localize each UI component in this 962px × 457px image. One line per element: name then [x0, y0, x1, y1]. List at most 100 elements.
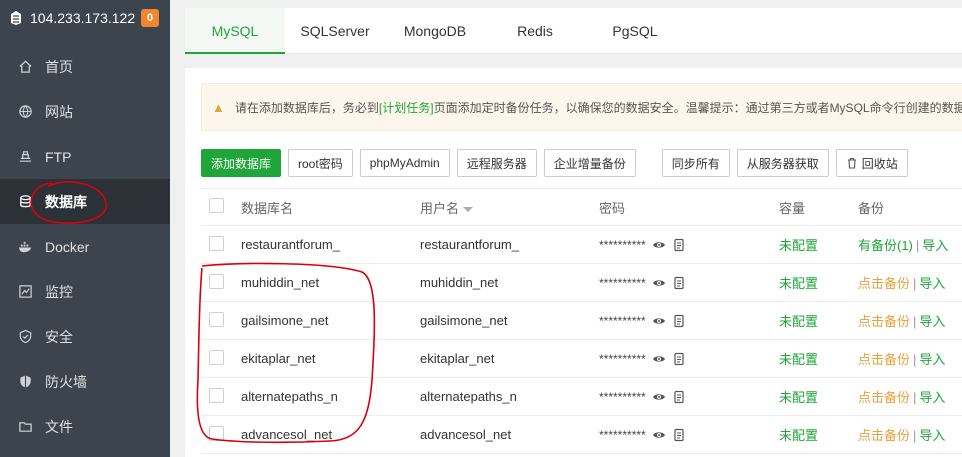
- row-checkbox[interactable]: [209, 387, 224, 403]
- phpmyadmin-button[interactable]: phpMyAdmin: [359, 149, 450, 177]
- backup-cell: 点击备份 | 导入: [858, 311, 962, 330]
- table-row: advancesol_net advancesol_net ********** 未配…: [201, 416, 962, 454]
- backup-link[interactable]: 有备份(1): [858, 238, 913, 253]
- backup-link[interactable]: 点击备份: [858, 314, 910, 329]
- select-all-checkbox[interactable]: [209, 198, 224, 213]
- sidebar-item-label: 数据库: [45, 193, 87, 210]
- sidebar-item-monitor[interactable]: 监控: [0, 269, 170, 314]
- notice-cron-link[interactable]: [计划任务]: [379, 99, 434, 116]
- row-checkbox[interactable]: [209, 425, 224, 441]
- main-content: MySQL SQLServer MongoDB Redis PgSQL ▲ 请在添加数据…: [185, 7, 962, 457]
- db-username: muhiddin_net: [420, 275, 499, 290]
- header-capacity: 容量: [779, 200, 806, 216]
- backup-link[interactable]: 点击备份: [858, 276, 910, 291]
- header-db-name[interactable]: 数据库名: [241, 198, 420, 217]
- header-username[interactable]: 用户名: [420, 198, 599, 217]
- database-icon: [17, 194, 33, 210]
- home-icon: [17, 59, 33, 75]
- table-row: muhiddin_net muhiddin_net ********** 未配置 点击备…: [201, 264, 962, 302]
- copy-password-icon[interactable]: [672, 238, 686, 252]
- separator: |: [913, 314, 917, 329]
- recycle-bin-button[interactable]: 回收站: [835, 149, 908, 177]
- root-password-button[interactable]: root密码: [288, 149, 353, 177]
- capacity-link[interactable]: 未配置: [779, 235, 858, 254]
- sidebar-item-label: 安全: [45, 328, 73, 345]
- import-link[interactable]: 导入: [919, 276, 945, 291]
- table-row: ekitaplar_net ekitaplar_net ********** 未配置点…: [201, 340, 962, 378]
- row-checkbox[interactable]: [209, 273, 224, 289]
- show-password-icon[interactable]: [652, 352, 666, 366]
- import-link[interactable]: 导入: [919, 314, 945, 329]
- copy-password-icon[interactable]: [672, 314, 686, 328]
- notice-text-post: 页面添加定时备份任务，以确保您的数据安全。温馨提示：通过第三方或者MySQL命令…: [433, 100, 962, 115]
- show-password-icon[interactable]: [652, 314, 666, 328]
- tab-redis[interactable]: Redis: [485, 8, 585, 54]
- backup-link[interactable]: 点击备份: [858, 390, 910, 405]
- db-password: **********: [599, 427, 646, 442]
- add-database-button[interactable]: 添加数据库: [201, 149, 282, 177]
- header-username-label: 用户名: [420, 200, 460, 216]
- sidebar-item-globe[interactable]: 网站: [0, 89, 170, 134]
- copy-password-icon[interactable]: [672, 428, 686, 442]
- db-password: **********: [599, 389, 646, 404]
- database-panel: ▲ 请在添加数据库后，务必到 [计划任务] 页面添加定时备份任务，以确保您的数据安全…: [185, 68, 962, 457]
- sidebar-item-firewall[interactable]: 防火墙: [0, 359, 170, 404]
- show-password-icon[interactable]: [652, 276, 666, 290]
- db-username: restaurantforum_: [420, 237, 519, 252]
- row-checkbox[interactable]: [209, 349, 224, 365]
- folder-icon: [17, 419, 33, 435]
- show-password-icon[interactable]: [652, 238, 666, 252]
- import-link[interactable]: 导入: [919, 428, 945, 443]
- copy-password-icon[interactable]: [672, 390, 686, 404]
- db-name: gailsimone_net: [241, 313, 329, 328]
- tab-pgsql[interactable]: PgSQL: [585, 8, 685, 54]
- sidebar-item-shield[interactable]: 安全: [0, 314, 170, 359]
- capacity-link[interactable]: 未配置: [779, 311, 858, 330]
- import-link[interactable]: 导入: [922, 238, 948, 253]
- sidebar-item-docker[interactable]: Docker: [0, 224, 170, 269]
- backup-link[interactable]: 点击备份: [858, 352, 910, 367]
- sidebar-item-label: 网站: [45, 103, 73, 120]
- copy-password-icon[interactable]: [672, 276, 686, 290]
- sidebar-item-home[interactable]: 首页: [0, 44, 170, 89]
- db-name: ekitaplar_net: [241, 351, 316, 366]
- backup-cell: 点击备份 | 导入: [858, 273, 962, 292]
- warning-icon: ▲: [212, 99, 225, 115]
- db-password-cell: **********: [599, 352, 779, 366]
- copy-password-icon[interactable]: [672, 352, 686, 366]
- capacity-link[interactable]: 未配置: [779, 387, 858, 406]
- capacity-link[interactable]: 未配置: [779, 349, 858, 368]
- sidebar-item-folder[interactable]: 文件: [0, 404, 170, 449]
- row-checkbox[interactable]: [209, 311, 224, 327]
- db-password-cell: **********: [599, 390, 779, 404]
- row-checkbox[interactable]: [209, 235, 224, 251]
- backup-link[interactable]: 点击备份: [858, 428, 910, 443]
- import-link[interactable]: 导入: [919, 390, 945, 405]
- sidebar-item-database[interactable]: 数据库: [0, 179, 170, 224]
- capacity-link[interactable]: 未配置: [779, 425, 858, 444]
- show-password-icon[interactable]: [652, 428, 666, 442]
- sidebar-item-label: 首页: [45, 58, 73, 75]
- sidebar-item-ftp[interactable]: FTP: [0, 134, 170, 179]
- enterprise-backup-button[interactable]: 企业增量备份: [543, 149, 636, 177]
- notification-badge[interactable]: 0: [141, 9, 160, 27]
- get-from-server-button[interactable]: 从服务器获取: [736, 149, 829, 177]
- remote-server-button[interactable]: 远程服务器: [456, 149, 537, 177]
- database-table: 数据库名 用户名 密码 容量 备份 restaurantforum_ restau…: [201, 188, 962, 454]
- separator: |: [915, 238, 920, 253]
- db-username: advancesol_net: [420, 427, 512, 442]
- trash-icon: [847, 157, 856, 169]
- globe-icon: [17, 104, 33, 120]
- capacity-link[interactable]: 未配置: [779, 273, 858, 292]
- sync-all-button[interactable]: 同步所有: [661, 149, 730, 177]
- db-password-cell: **********: [599, 276, 779, 290]
- separator: |: [913, 390, 917, 405]
- bt-logo-icon: [8, 10, 24, 26]
- import-link[interactable]: 导入: [919, 352, 945, 367]
- show-password-icon[interactable]: [652, 390, 666, 404]
- backup-cell: 点击备份 | 导入: [858, 425, 962, 444]
- tab-mysql[interactable]: MySQL: [185, 7, 285, 54]
- tab-sqlserver[interactable]: SQLServer: [285, 8, 385, 54]
- sidebar-item-label: 监控: [45, 283, 73, 300]
- tab-mongodb[interactable]: MongoDB: [385, 8, 485, 54]
